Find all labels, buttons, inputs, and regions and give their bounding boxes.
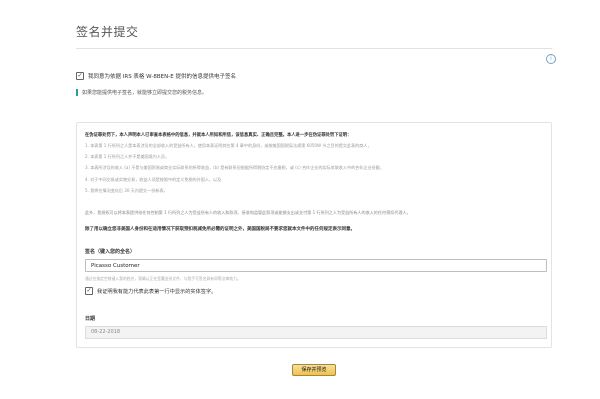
hint-accent-bar	[76, 89, 78, 96]
header-divider	[76, 48, 552, 49]
info-icon[interactable]: i	[546, 54, 556, 64]
consent-label: 我同意为依据 IRS 表格 W-8BEN-E 提供的信息提供电子签名	[88, 74, 236, 80]
certification-item: 4. 对于中间交易或实物交易，收益人须是按照中的定义免税的外国人，以及	[85, 176, 222, 182]
capacity-row[interactable]: ✓ 我证明我有能力代表此表第一行中显示的实体签字。	[85, 287, 216, 295]
consent-checkbox[interactable]: ✓	[76, 72, 84, 80]
certification-heading: 在伪证罪处罚下，本人声明本人已审查本表格中的信息，并就本人所知和所信，该信息真实…	[85, 133, 352, 138]
certification-item: 1. 本表第 1 行所列之人是本表涉及的全部收入的受益所有人，使用本表证明其在第…	[85, 143, 372, 148]
save-and-preview-button[interactable]: 保存并预览	[292, 364, 336, 376]
hint-row: 如果您能提供电子签名，就能够立即提交您的税务信息。	[76, 89, 207, 96]
hint-text: 如果您能提供电子签名，就能够立即提交您的税务信息。	[82, 90, 208, 96]
consent-row[interactable]: ✓ 我同意为依据 IRS 表格 W-8BEN-E 提供的信息提供电子签名	[76, 72, 236, 80]
certification-list: 1. 本表第 1 行所列之人是本表涉及的全部收入的受益所有人，使用本表证明其在第…	[85, 143, 545, 199]
signature-panel: 在伪证罪处罚下，本人声明本人已审查本表格中的信息，并就本人所知和所信，该信息真实…	[76, 122, 552, 348]
signature-label: 签名（键入您的全名）	[85, 249, 136, 255]
signature-input[interactable]	[85, 259, 547, 272]
certification-note: 此外，我授权可以将本表提供给任何控制第 1 行所列之人为受益所有人的收入和款项、…	[85, 210, 411, 215]
certification-item: 3. 本表所涉及的收入 (a) 不是与美国贸易或商业实际联系的所得收益，(b) …	[85, 165, 384, 171]
tax-signature-page: 签名并提交 i ✓ 我同意为依据 IRS 表格 W-8BEN-E 提供的信息提供…	[0, 0, 600, 399]
date-label: 日期	[85, 316, 96, 322]
date-field: 08-22-2018	[85, 326, 547, 339]
page-title: 签名并提交	[76, 25, 139, 39]
certification-warning: 除了用以确立您非美国人身份和在适用情况下获取预扣税减免所必需的证明之外，美国国税…	[85, 227, 355, 232]
capacity-checkbox[interactable]: ✓	[85, 287, 93, 295]
capacity-label: 我证明我有能力代表此表第一行中显示的实体签字。	[97, 288, 217, 295]
certification-item: 5. 我将在情况变化后 30 天内提交一份新表。	[85, 187, 168, 193]
signature-hint: 通过在指定空格键入我的姓名，我确认正在签署这份文件，与我手写签名具有同等法律效力…	[85, 276, 241, 281]
certification-item: 2. 本表第 1 行所列之人并不是美国境内人员，	[85, 154, 170, 160]
